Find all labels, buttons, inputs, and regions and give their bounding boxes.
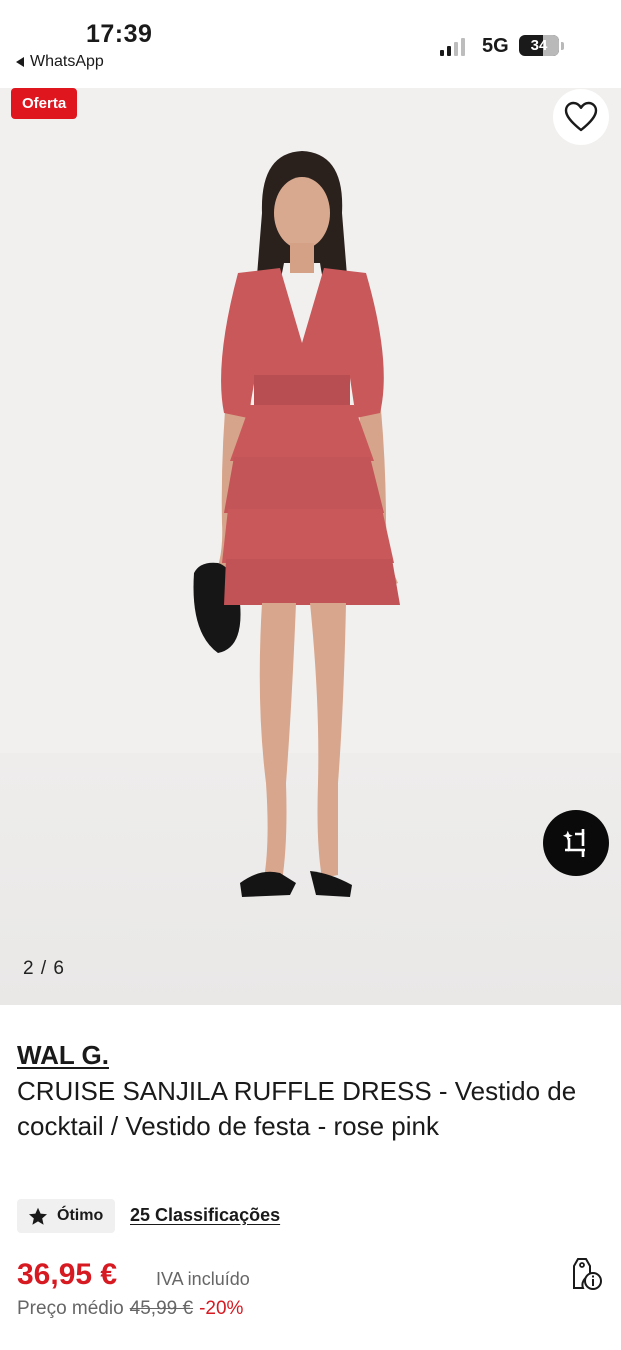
current-price: 36,95 €	[17, 1258, 118, 1291]
battery-icon: 34	[519, 35, 559, 56]
visual-search-button[interactable]	[543, 810, 609, 876]
sparkle-crop-icon	[562, 829, 585, 857]
back-to-app-link[interactable]: WhatsApp	[16, 53, 104, 71]
status-time: 17:39	[86, 20, 153, 48]
old-price: 45,99 €	[129, 1298, 194, 1319]
rating-chip[interactable]: Ótimo	[17, 1199, 116, 1233]
heart-outline-icon	[564, 101, 598, 132]
average-price-row: Preço médio 45,99 € -20%	[17, 1298, 243, 1320]
discount-percent: -20%	[199, 1298, 244, 1319]
product-title: CRUISE SANJILA RUFFLE DRESS - Vestido de…	[17, 1076, 577, 1141]
product-image-gallery[interactable]: Oferta 2 / 6	[0, 88, 621, 1005]
back-arrow-icon	[16, 57, 24, 67]
price-info-button[interactable]	[568, 1256, 604, 1292]
battery-tip	[561, 42, 564, 50]
favorite-button[interactable]	[553, 89, 609, 145]
battery-level: 34	[530, 37, 548, 54]
offer-badge: Oferta	[11, 88, 78, 119]
back-app-label: WhatsApp	[30, 53, 104, 70]
image-counter: 2 / 6	[23, 958, 65, 979]
star-icon	[29, 1207, 47, 1225]
vat-note: IVA incluído	[156, 1269, 250, 1289]
reviews-link[interactable]: 25 Classificações	[130, 1205, 280, 1226]
average-price-label: Preço médio	[17, 1298, 124, 1319]
brand-link[interactable]: WAL G.	[17, 1040, 109, 1071]
product-photo	[193, 151, 400, 897]
rating-label: Ótimo	[57, 1207, 104, 1224]
signal-icon	[440, 36, 465, 56]
status-bar: 17:39 WhatsApp 5G 34	[0, 0, 621, 88]
price-tag-info-icon	[573, 1258, 602, 1290]
network-type: 5G	[482, 35, 509, 57]
